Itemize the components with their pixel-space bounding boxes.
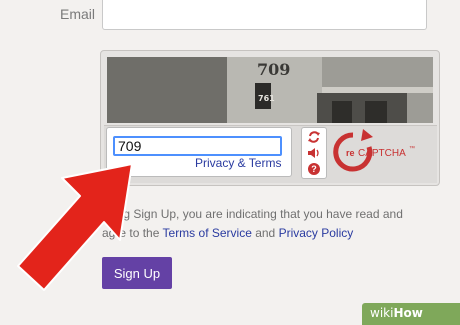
reload-icon[interactable] — [306, 130, 322, 144]
privacy-policy-link[interactable]: Privacy Policy — [279, 226, 354, 240]
help-glyph: ? — [308, 163, 320, 175]
captcha-image: 761 709 — [107, 57, 433, 123]
watermark-wiki: wiki — [370, 306, 394, 320]
terms-of-service-link[interactable]: Terms of Service — [163, 226, 252, 240]
captcha-plate-text: 761 — [258, 94, 275, 103]
disclaimer-line-2-mid: to the — [126, 226, 163, 240]
disclaimer-line-2-start: agre — [102, 226, 127, 240]
audio-icon[interactable] — [306, 146, 322, 160]
disclaimer-line-1: cking Sign Up, you are indicating that y… — [102, 207, 403, 221]
watermark-how: How — [393, 306, 423, 320]
recaptcha-logo: re CAPTCHA ™ — [333, 127, 433, 175]
signup-disclaimer: cking Sign Up, you are indicating that y… — [102, 205, 442, 243]
captcha-image-text: 709 — [257, 60, 290, 79]
sign-up-button[interactable]: Sign Up — [102, 257, 172, 289]
help-icon[interactable]: ? — [306, 162, 322, 176]
wikihow-watermark: wikiHow — [362, 303, 460, 325]
privacy-terms-link[interactable]: Privacy & Terms — [195, 156, 281, 170]
recaptcha-logo-word: CAPTCHA — [358, 148, 406, 159]
captcha-answer-input[interactable] — [113, 136, 282, 156]
recaptcha-logo-prefix: re — [346, 148, 355, 158]
email-label: Email — [60, 6, 96, 22]
disclaimer-and: and — [251, 226, 279, 240]
recaptcha-logo-tm: ™ — [409, 145, 415, 152]
email-field[interactable] — [102, 0, 427, 30]
